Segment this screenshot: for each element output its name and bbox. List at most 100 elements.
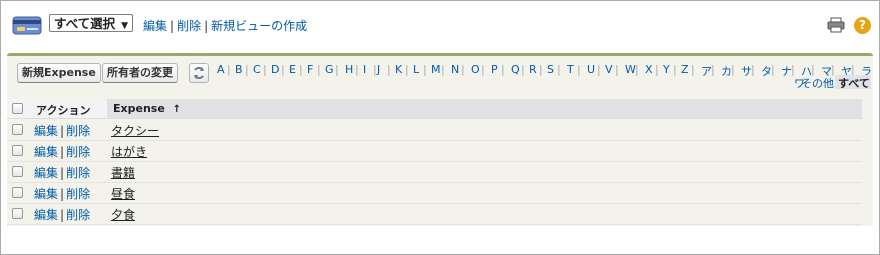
letter-filter-4[interactable]: E (289, 63, 296, 76)
letter-separator: | (673, 63, 677, 76)
view-selector-label: すべて選択 (54, 16, 116, 31)
table-row: 編集 | 削除 昼食 (7, 182, 862, 204)
letter-separator: | (227, 63, 231, 76)
row-edit-link[interactable]: 編集 (34, 166, 58, 180)
row-edit-link[interactable]: 編集 (34, 187, 58, 201)
row-checkbox[interactable] (12, 145, 23, 156)
letter-separator: | (577, 63, 581, 76)
separator: | (60, 145, 65, 159)
letter-separator: | (281, 63, 285, 76)
letter-filter-17[interactable]: R (529, 63, 537, 76)
letter-separator: | (263, 63, 267, 76)
row-checkbox[interactable] (12, 166, 23, 177)
view-links: 編集 | 削除 | 新規ビューの作成 (143, 17, 307, 34)
create-new-view-link[interactable]: 新規ビューの作成 (211, 19, 307, 33)
row-delete-link[interactable]: 削除 (66, 145, 90, 159)
letter-separator: | (245, 63, 249, 76)
letter-filter-2[interactable]: C (253, 63, 261, 76)
printer-icon[interactable] (827, 17, 845, 33)
select-all-checkbox[interactable] (12, 103, 23, 114)
letter-filter-12[interactable]: M (431, 63, 441, 76)
letter-filter-24[interactable]: Y (663, 63, 670, 76)
letter-filter-13[interactable]: N (451, 63, 459, 76)
letter-filter-23[interactable]: X (645, 63, 653, 76)
row-delete-link[interactable]: 削除 (66, 208, 90, 222)
separator: | (60, 208, 65, 222)
table-row: 編集 | 削除 はがき (7, 140, 862, 162)
row-edit-link[interactable]: 編集 (34, 145, 58, 159)
letter-separator: | (691, 63, 695, 76)
row-checkbox[interactable] (12, 208, 23, 219)
letter-separator: | (557, 63, 561, 76)
letter-filter-10[interactable]: K (395, 63, 402, 76)
letter-filter-20[interactable]: U (587, 63, 595, 76)
row-actions: 編集 | 削除 (34, 122, 90, 139)
separator: | (60, 166, 65, 180)
row-edit-link[interactable]: 編集 (34, 124, 58, 138)
letter-filter-21[interactable]: V (605, 63, 613, 76)
letter-filter-6[interactable]: G (325, 63, 334, 76)
letter-filter-3[interactable]: D (271, 63, 279, 76)
letter-separator: | (635, 63, 639, 76)
sort-ascending-icon: ↑ (172, 104, 182, 115)
row-checkbox[interactable] (12, 124, 23, 135)
letter-separator: | (521, 63, 525, 76)
letter-separator: | (335, 63, 339, 76)
letter-filter-15[interactable]: P (491, 63, 498, 76)
delete-view-link[interactable]: 削除 (177, 19, 201, 33)
letter-filter-11[interactable]: L (413, 63, 419, 76)
help-icon[interactable]: ? (854, 17, 871, 34)
separator: | (60, 187, 65, 201)
letter-filter-all[interactable]: すべて (838, 75, 870, 91)
expense-name-link[interactable]: タクシー (111, 122, 159, 139)
letter-filter-19[interactable]: T (567, 63, 574, 76)
refresh-icon (194, 67, 204, 79)
letter-filter-25[interactable]: Z (681, 63, 689, 76)
sorted-column-bg (107, 99, 862, 118)
letter-separator: | (317, 63, 321, 76)
row-checkbox[interactable] (12, 187, 23, 198)
table-header: アクション Expense ↑ (7, 99, 862, 119)
edit-view-link[interactable]: 編集 (143, 19, 167, 33)
row-delete-link[interactable]: 削除 (66, 166, 90, 180)
table-row: 編集 | 削除 夕食 (7, 203, 862, 225)
letter-filter-16[interactable]: Q (511, 63, 520, 76)
refresh-button[interactable] (189, 63, 209, 83)
letter-filter-other[interactable]: その他 (801, 75, 834, 91)
list-header: すべて選択 ▼ 編集 | 削除 | 新規ビューの作成 ? (1, 1, 879, 51)
letter-filter-8[interactable]: I (363, 63, 366, 76)
new-expense-button[interactable]: 新規Expense (17, 63, 101, 83)
row-delete-link[interactable]: 削除 (66, 124, 90, 138)
row-actions: 編集 | 削除 (34, 206, 90, 223)
letter-filter-7[interactable]: H (345, 63, 353, 76)
letter-separator: | (387, 63, 391, 76)
expense-name-link[interactable]: 昼食 (111, 185, 135, 202)
column-header-expense[interactable]: Expense ↑ (113, 102, 181, 115)
list-view-frame: すべて選択 ▼ 編集 | 削除 | 新規ビューの作成 ? 新規Expense 所有者の変更… (0, 0, 880, 255)
row-delete-link[interactable]: 削除 (66, 187, 90, 201)
letter-separator: | (441, 63, 445, 76)
letter-separator: | (597, 63, 601, 76)
letter-filter-18[interactable]: S (547, 63, 554, 76)
separator: | (204, 19, 209, 33)
letter-filter-1[interactable]: B (235, 63, 243, 76)
letter-separator: | (655, 63, 659, 76)
change-owner-button[interactable]: 所有者の変更 (102, 63, 178, 83)
view-selector[interactable]: すべて選択 ▼ (49, 14, 134, 32)
table-row: 編集 | 削除 タクシー (7, 119, 862, 141)
letter-filter-14[interactable]: O (471, 63, 480, 76)
letter-separator: | (299, 63, 303, 76)
letter-filter-5[interactable]: F (307, 63, 313, 76)
expense-name-link[interactable]: 夕食 (111, 206, 135, 223)
credit-card-icon (12, 16, 42, 35)
expense-name-link[interactable]: 書籍 (111, 164, 135, 181)
letter-filter-9[interactable]: J (377, 63, 380, 76)
separator: | (60, 124, 65, 138)
expense-name-link[interactable]: はがき (111, 143, 147, 160)
letter-separator: | (771, 63, 775, 76)
column-header-action: アクション (36, 104, 91, 117)
row-edit-link[interactable]: 編集 (34, 208, 58, 222)
table-row: 編集 | 削除 書籍 (7, 161, 862, 183)
letter-separator: | (539, 63, 543, 76)
letter-filter-0[interactable]: A (217, 63, 225, 76)
